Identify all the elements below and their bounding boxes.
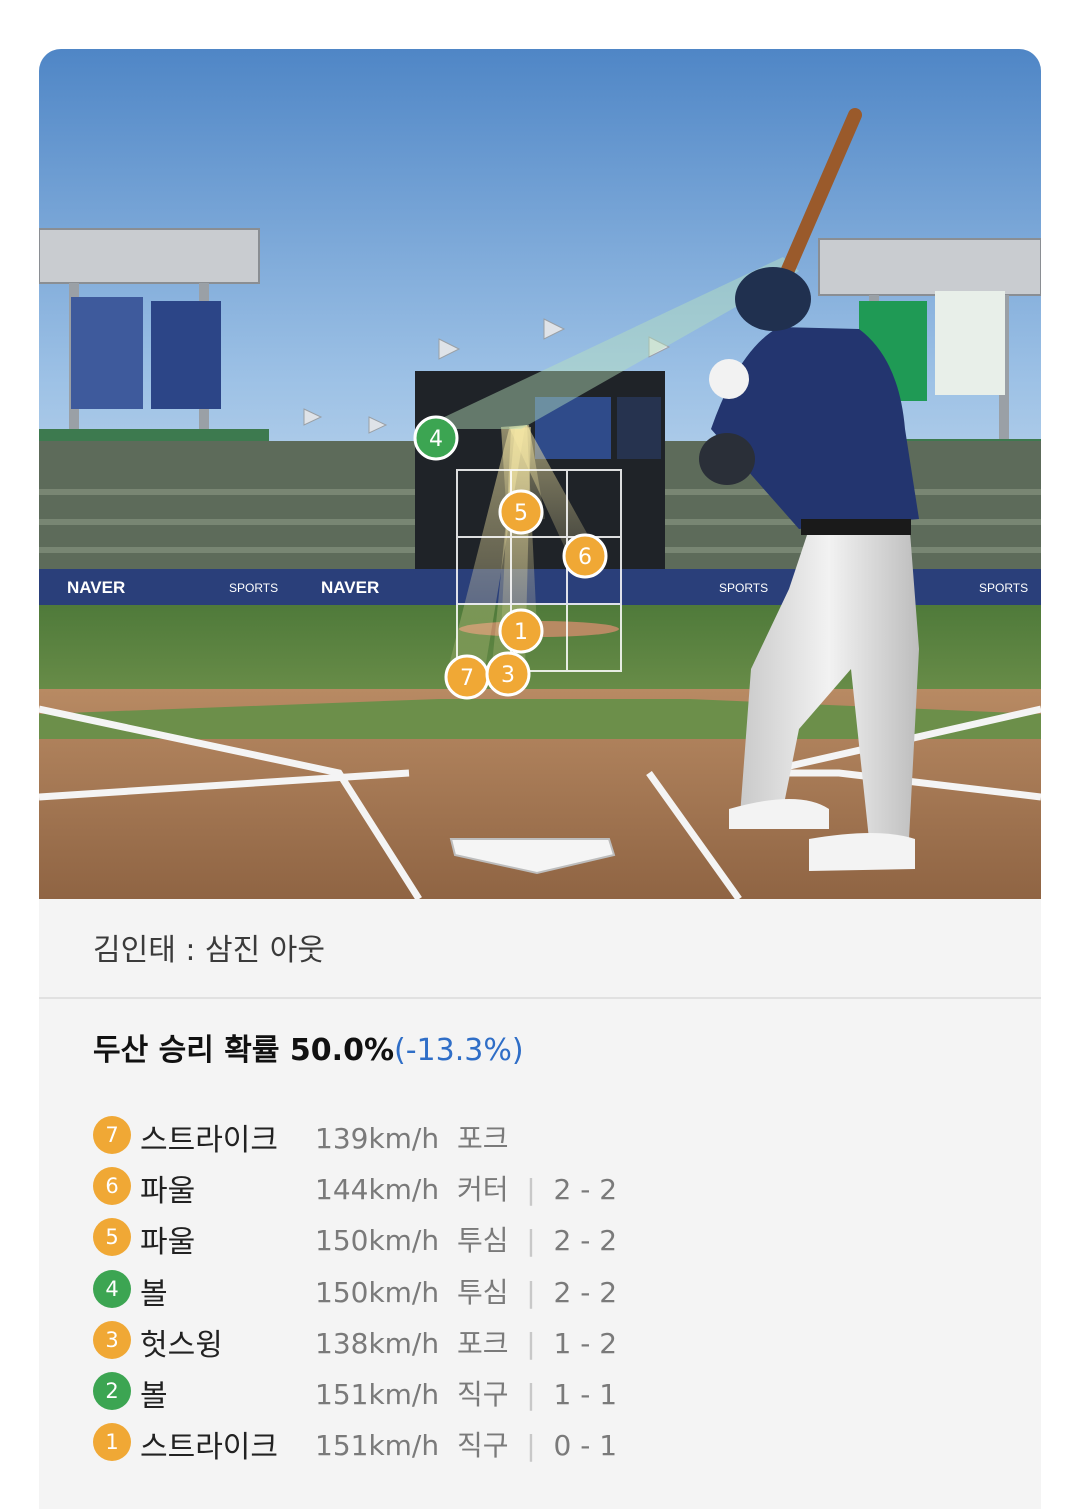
pitch-result: 스트라이크 xyxy=(140,1123,278,1158)
pitch-detail: 150km/h 투심 | 2 - 2 xyxy=(315,1275,618,1309)
pitch-number-badge: 3 xyxy=(93,1320,131,1359)
pitch-type: 커터 xyxy=(456,1173,509,1207)
pitch-marker-5: 5 xyxy=(498,489,544,535)
pitch-speed: 151km/h xyxy=(315,1429,440,1463)
pitch-speed: 150km/h xyxy=(315,1224,440,1258)
svg-text:5: 5 xyxy=(514,501,528,526)
pitch-result: 파울 xyxy=(140,1225,196,1261)
pitch-row: 7 스트라이크 139km/h 포크 xyxy=(93,1113,993,1164)
pitch-marker-3: 3 xyxy=(485,651,531,697)
pitch-marker-4: 4 xyxy=(413,415,459,461)
svg-text:1: 1 xyxy=(514,620,528,645)
pitch-marker-7: 7 xyxy=(444,654,490,700)
naver-ad-1: NAVER xyxy=(67,578,125,597)
svg-text:6: 6 xyxy=(578,545,592,570)
pitch-type: 투심 xyxy=(456,1275,509,1309)
win-probability-delta: (-13.3%) xyxy=(394,1033,524,1068)
pitch-detail: 151km/h 직구 | 0 - 1 xyxy=(315,1429,618,1463)
pitch-marker-6: 6 xyxy=(562,533,608,579)
pitch-result-card: NAVER NAVER SPORTS SPORTS SPORTS 4 5 6 1… xyxy=(39,49,1041,1509)
ball-strike-count: 2 - 2 xyxy=(553,1275,618,1309)
pitch-speed: 150km/h xyxy=(315,1275,440,1309)
pitch-result: 파울 xyxy=(140,1174,196,1210)
pitch-row: 2 볼 151km/h 직구 | 1 - 1 xyxy=(93,1369,993,1420)
pitch-number-badge: 7 xyxy=(93,1116,131,1154)
pitch-result: 스트라이크 xyxy=(140,1430,278,1466)
pitch-number-badge: 2 xyxy=(93,1371,131,1410)
pitch-row: 3 헛스윙 138km/h 포크 | 1 - 2 xyxy=(93,1318,993,1369)
svg-text:3: 3 xyxy=(501,663,515,688)
pitch-detail: 150km/h 투심 | 2 - 2 xyxy=(315,1224,618,1258)
ball-strike-count: 1 - 1 xyxy=(553,1377,618,1411)
ball-strike-count: 2 - 2 xyxy=(553,1224,618,1258)
pitch-detail: 144km/h 커터 | 2 - 2 xyxy=(315,1173,618,1207)
pitch-type: 직구 xyxy=(456,1429,509,1463)
pitch-result: 볼 xyxy=(140,1378,168,1414)
win-probability-label: 두산 승리 확률 50.0% xyxy=(93,1033,395,1068)
ball-strike-count: 1 - 2 xyxy=(553,1326,618,1360)
pitch-speed: 138km/h xyxy=(315,1326,440,1360)
pitch-type: 투심 xyxy=(456,1224,509,1258)
pitch-speed: 139km/h xyxy=(315,1122,440,1155)
pitch-speed: 151km/h xyxy=(315,1377,440,1411)
pitch-speed: 144km/h xyxy=(315,1173,440,1207)
pitch-row: 5 파울 150km/h 투심 | 2 - 2 xyxy=(93,1215,993,1266)
pitch-detail: 139km/h 포크 xyxy=(315,1117,508,1157)
pitch-list: 7 스트라이크 139km/h 포크 6 파울 144km/h 커터 | 2 -… xyxy=(93,1113,993,1471)
pitch-type: 포크 xyxy=(456,1122,509,1155)
pitch-detail: 138km/h 포크 | 1 - 2 xyxy=(315,1326,618,1360)
pitch-type: 직구 xyxy=(456,1377,509,1411)
play-caption-bar: 김인태 : 삼진 아웃 xyxy=(39,899,1041,999)
pitch-result: 볼 xyxy=(140,1276,168,1312)
svg-text:4: 4 xyxy=(429,427,443,452)
pitch-row: 4 볼 150km/h 투심 | 2 - 2 xyxy=(93,1267,993,1318)
sports-ad-2: SPORTS xyxy=(719,581,768,595)
pitch-detail: 151km/h 직구 | 1 - 1 xyxy=(315,1377,618,1411)
naver-ad-2: NAVER xyxy=(321,578,379,597)
sports-ad-1: SPORTS xyxy=(229,581,278,595)
pitch-row: 1 스트라이크 151km/h 직구 | 0 - 1 xyxy=(93,1420,993,1471)
pitch-row: 6 파울 144km/h 커터 | 2 - 2 xyxy=(93,1164,993,1215)
pitch-number-badge: 4 xyxy=(93,1269,131,1308)
svg-text:7: 7 xyxy=(460,666,474,691)
pitch-number-badge: 5 xyxy=(93,1218,131,1257)
ball-strike-count: 0 - 1 xyxy=(553,1429,618,1463)
ball-strike-count: 2 - 2 xyxy=(553,1173,618,1207)
pitch-result: 헛스윙 xyxy=(140,1327,223,1363)
win-probability: 두산 승리 확률 50.0%(-13.3%) xyxy=(93,1025,524,1069)
sports-ad-3: SPORTS xyxy=(979,581,1028,595)
pitch-location-image: NAVER NAVER SPORTS SPORTS SPORTS 4 5 6 1… xyxy=(39,49,1041,899)
pitch-type: 포크 xyxy=(456,1326,509,1360)
pitch-number-badge: 6 xyxy=(93,1167,131,1206)
pitch-number-badge: 1 xyxy=(93,1423,131,1462)
pitch-marker-1: 1 xyxy=(498,608,544,654)
play-caption: 김인태 : 삼진 아웃 xyxy=(93,933,325,968)
